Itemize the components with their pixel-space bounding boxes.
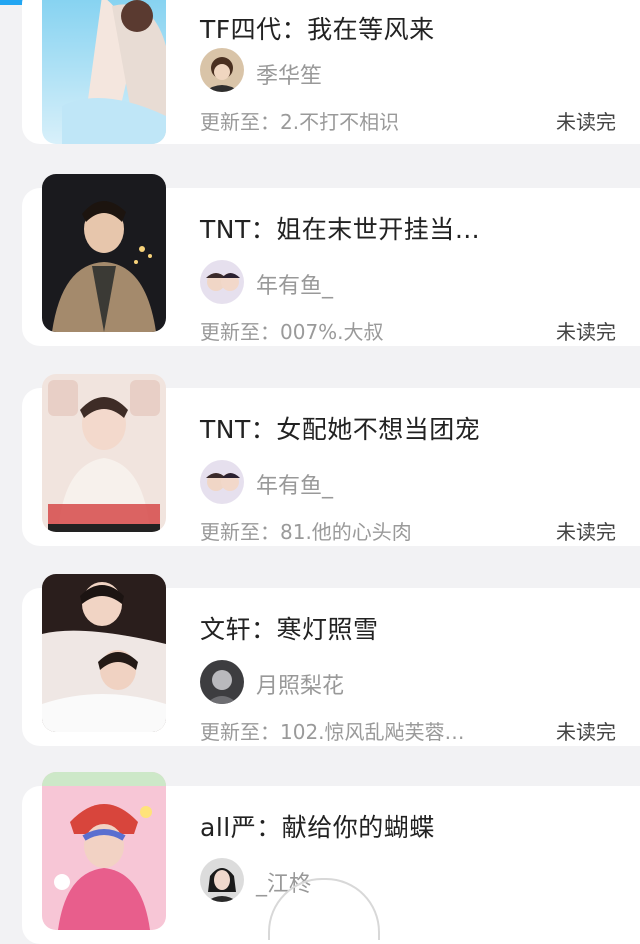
book-cover-image[interactable] <box>42 174 166 332</box>
read-status: 未读完 <box>556 720 616 744</box>
author-name[interactable]: 年有鱼_ <box>256 268 333 300</box>
book-title[interactable]: all严：献给你的蝴蝶 <box>200 808 435 844</box>
book-card[interactable]: TF四代：我在等风来 季华笙 更新至：2.不打不相识 未读完 <box>22 0 640 144</box>
read-status: 未读完 <box>556 520 616 544</box>
author-name[interactable]: 月照梨花 <box>256 668 344 700</box>
read-status: 未读完 <box>556 110 616 134</box>
latest-chapter: 更新至：2.不打不相识 <box>200 110 400 134</box>
author-avatar[interactable] <box>200 460 244 504</box>
book-title[interactable]: TF四代：我在等风来 <box>200 10 435 46</box>
book-title[interactable]: 文轩：寒灯照雪 <box>200 610 379 646</box>
latest-chapter: 更新至：007%.大叔 <box>200 320 384 344</box>
author-avatar[interactable] <box>200 260 244 304</box>
book-card[interactable]: 文轩：寒灯照雪 月照梨花 更新至：102.惊风乱飐芙蓉… 未读完 <box>22 574 640 746</box>
book-title[interactable]: TNT：姐在末世开挂当… <box>200 210 480 246</box>
book-cover-image[interactable] <box>42 574 166 732</box>
book-cover-image[interactable] <box>42 0 166 144</box>
latest-chapter: 更新至：102.惊风乱飐芙蓉… <box>200 720 465 744</box>
book-card[interactable]: TNT：姐在末世开挂当… 年有鱼_ 更新至：007%.大叔 未读完 <box>22 174 640 346</box>
book-cover-image[interactable] <box>42 772 166 930</box>
author-avatar[interactable] <box>200 48 244 92</box>
read-status: 未读完 <box>556 320 616 344</box>
book-cover-image[interactable] <box>42 374 166 532</box>
book-card[interactable]: TNT：女配她不想当团宠 年有鱼_ 更新至：81.他的心头肉 未读完 <box>22 374 640 546</box>
author-avatar[interactable] <box>200 858 244 902</box>
author-name[interactable]: 年有鱼_ <box>256 468 333 500</box>
book-title[interactable]: TNT：女配她不想当团宠 <box>200 410 480 446</box>
author-avatar[interactable] <box>200 660 244 704</box>
latest-chapter: 更新至：81.他的心头肉 <box>200 520 412 544</box>
author-name[interactable]: 季华笙 <box>256 58 322 90</box>
